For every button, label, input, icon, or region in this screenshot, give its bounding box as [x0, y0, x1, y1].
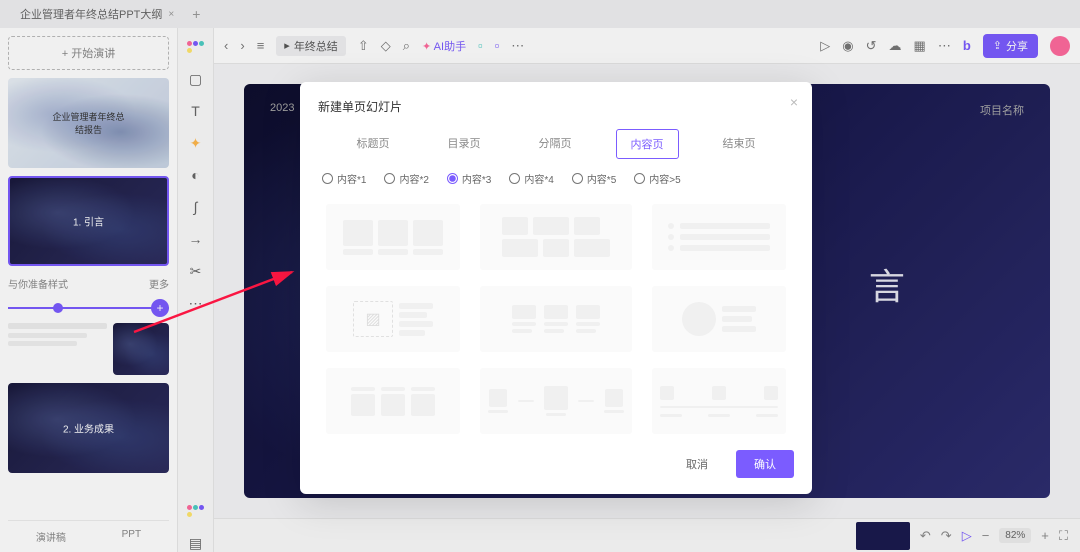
template-option[interactable] [326, 204, 460, 270]
template-option[interactable] [480, 204, 632, 270]
confirm-button[interactable]: 确认 [736, 450, 794, 478]
tab-content-page[interactable]: 内容页 [616, 129, 679, 159]
template-option[interactable] [480, 286, 632, 352]
modal-title: 新建单页幻灯片 [318, 98, 794, 115]
template-option[interactable] [652, 368, 786, 434]
cancel-button[interactable]: 取消 [668, 450, 726, 478]
modal-footer: 取消 确认 [318, 450, 794, 478]
content-count-radios: 内容*1 内容*2 内容*3 内容*4 内容*5 内容>5 [318, 171, 794, 186]
tab-title-page[interactable]: 标题页 [343, 129, 404, 159]
radio-content-5[interactable]: 内容*5 [572, 171, 616, 186]
radio-content-3[interactable]: 内容*3 [447, 171, 491, 186]
radio-content-2[interactable]: 内容*2 [384, 171, 428, 186]
template-option[interactable]: ▨ [326, 286, 460, 352]
tab-toc-page[interactable]: 目录页 [434, 129, 495, 159]
radio-content-4[interactable]: 内容*4 [509, 171, 553, 186]
template-option[interactable] [480, 368, 632, 434]
new-slide-modal: 新建单页幻灯片 × 标题页 目录页 分隔页 内容页 结束页 内容*1 内容*2 … [300, 82, 812, 494]
template-grid: ▨ [318, 200, 794, 440]
radio-content-gt5[interactable]: 内容>5 [634, 171, 680, 186]
template-option[interactable] [652, 286, 786, 352]
modal-tabs: 标题页 目录页 分隔页 内容页 结束页 [318, 129, 794, 159]
template-option[interactable] [326, 368, 460, 434]
tab-divider-page[interactable]: 分隔页 [525, 129, 586, 159]
template-option[interactable] [652, 204, 786, 270]
close-icon[interactable]: × [790, 94, 798, 110]
tab-end-page[interactable]: 结束页 [709, 129, 770, 159]
radio-content-1[interactable]: 内容*1 [322, 171, 366, 186]
